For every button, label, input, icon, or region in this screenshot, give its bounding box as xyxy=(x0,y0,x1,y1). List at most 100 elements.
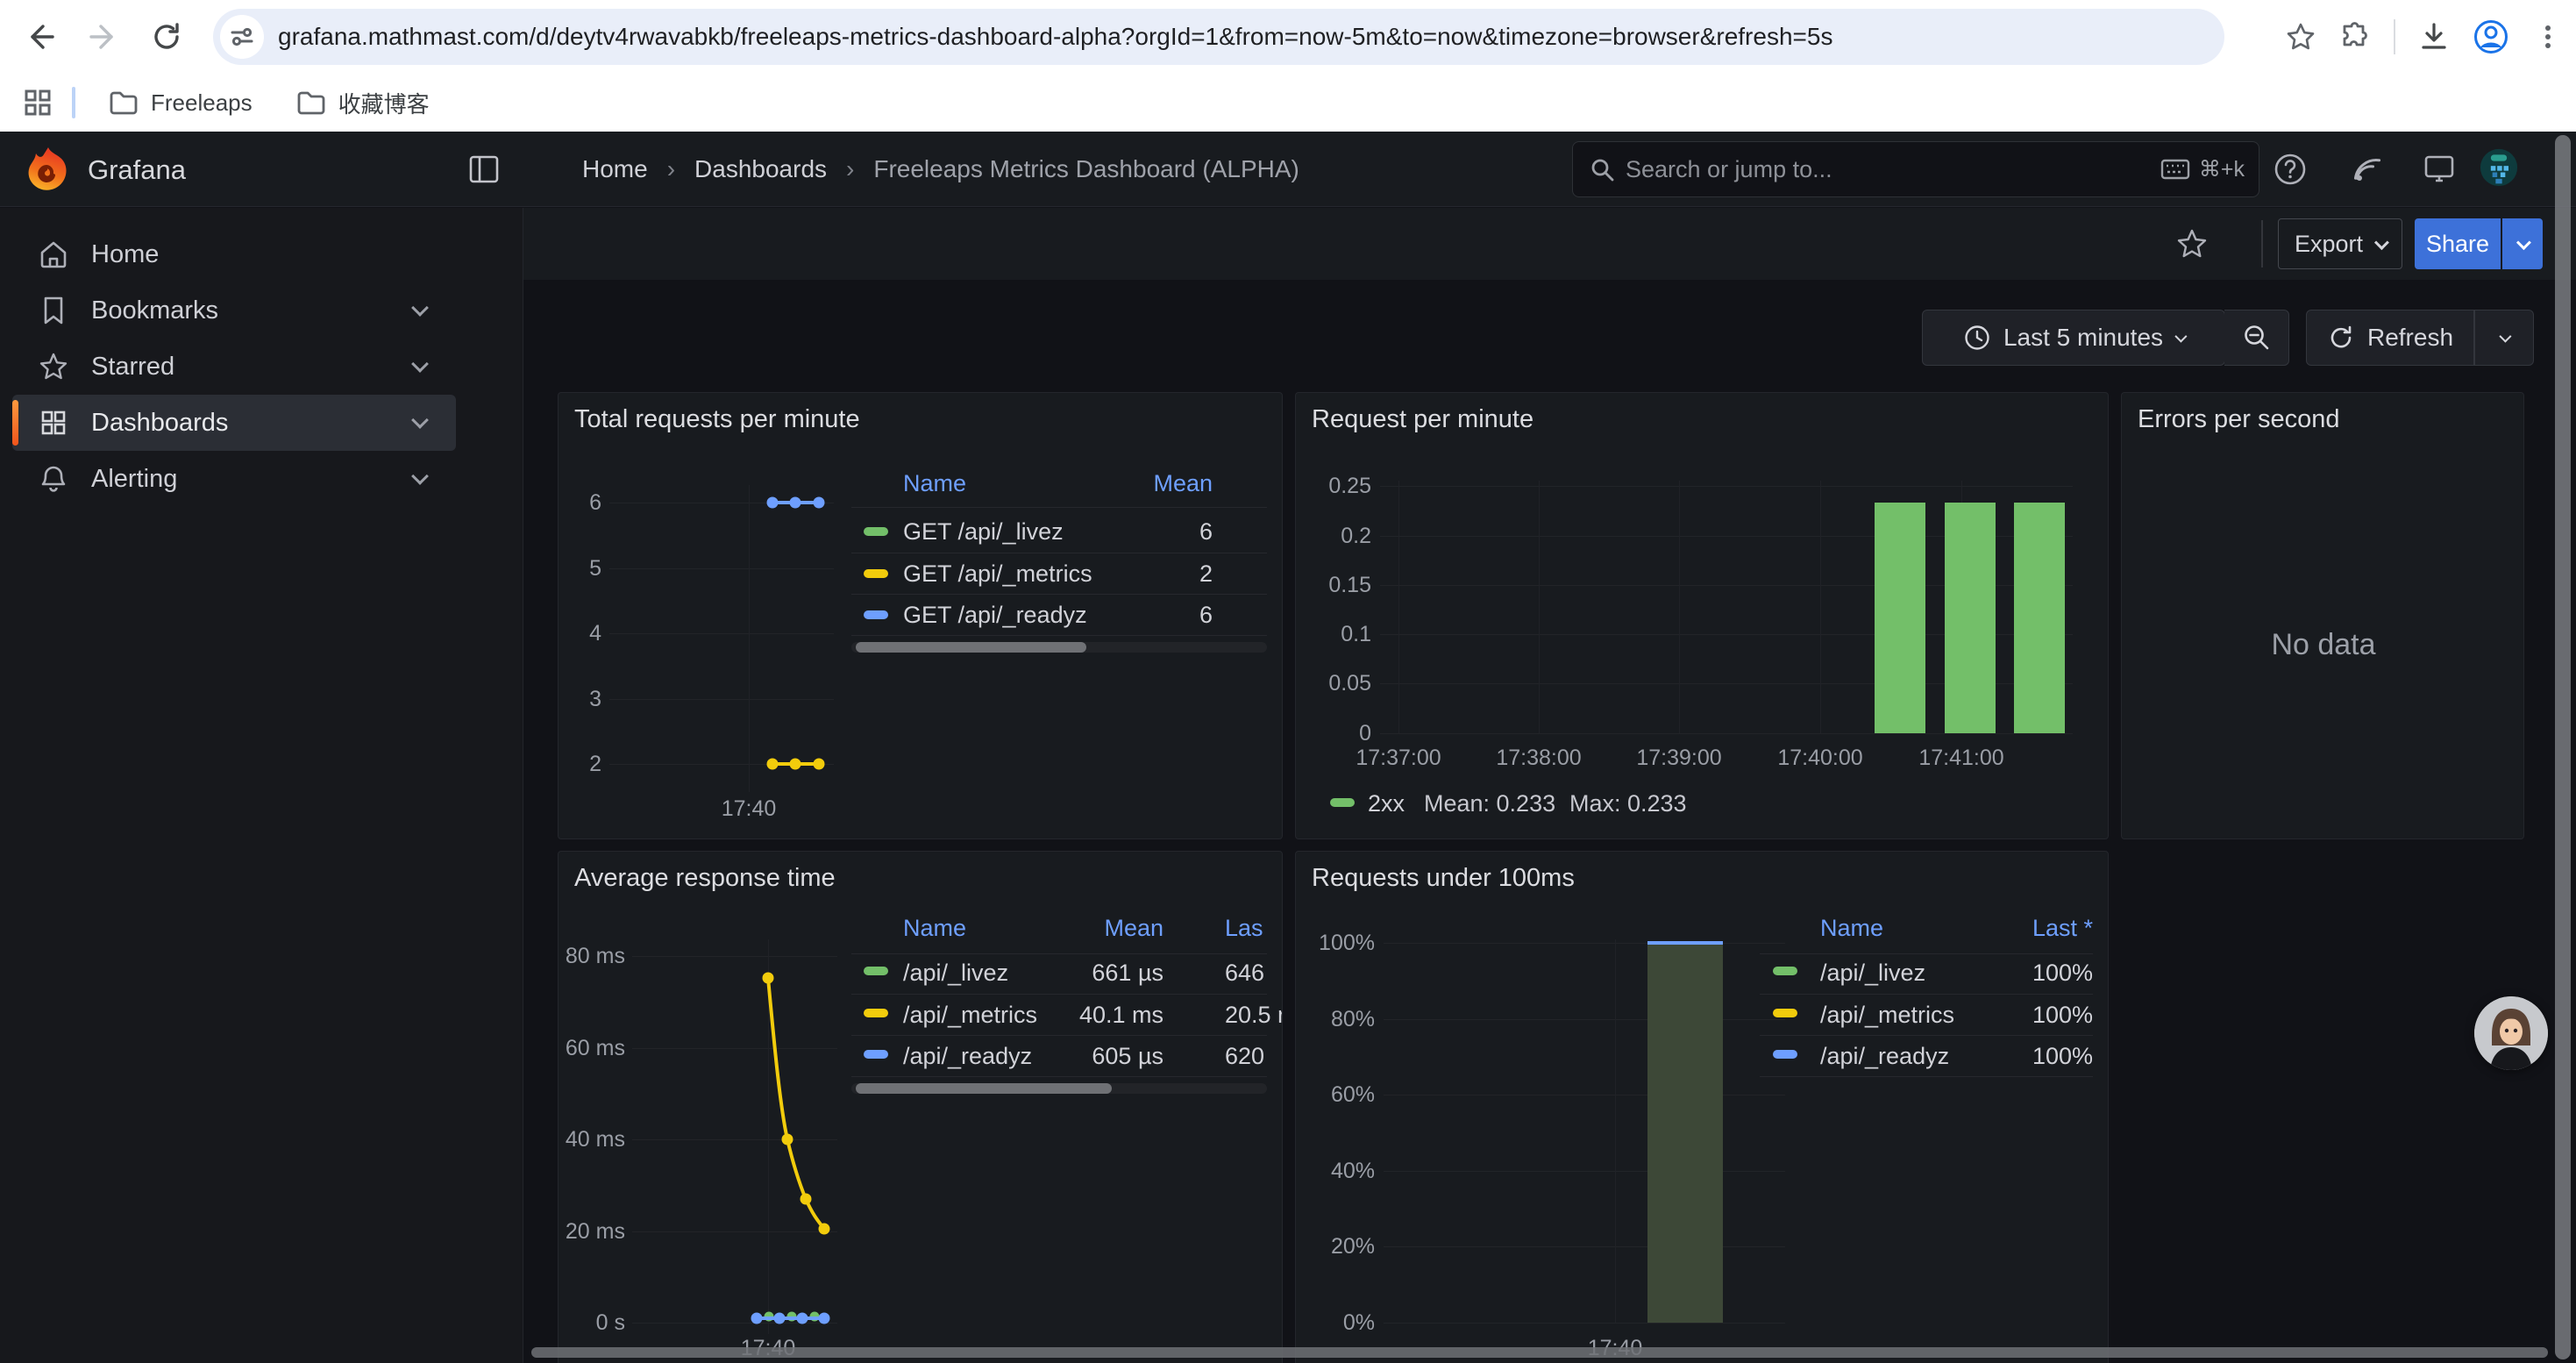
y-tick: 80 ms xyxy=(559,942,625,970)
bar-2xx[interactable] xyxy=(2014,503,2065,733)
panel-title[interactable]: Errors per second xyxy=(2138,405,2340,434)
dashboard-canvas: Last 5 minutes Refresh Total requests pe… xyxy=(523,280,2576,1363)
sidebar-item-dashboards[interactable]: Dashboards xyxy=(12,395,456,451)
forward-icon[interactable] xyxy=(75,9,132,65)
sidebar-item-label: Alerting xyxy=(91,465,177,494)
bookmark-folder-blogs[interactable]: 收藏博客 xyxy=(282,80,444,126)
series-color-pill[interactable] xyxy=(864,527,888,536)
sidebar-item-label: Bookmarks xyxy=(91,296,218,325)
share-dropdown-button[interactable] xyxy=(2502,218,2543,269)
chevron-down-icon xyxy=(2174,331,2187,343)
bar-2xx[interactable] xyxy=(1945,503,1996,733)
series-color-pill[interactable] xyxy=(1773,1050,1797,1059)
assistant-avatar[interactable] xyxy=(2474,996,2548,1070)
news-rss-icon[interactable] xyxy=(2348,150,2387,189)
legend-series-name[interactable]: /api/_livez xyxy=(903,957,1008,988)
y-tick: 60% xyxy=(1296,1081,1375,1109)
chevron-down-icon[interactable] xyxy=(411,355,429,373)
downloads-icon[interactable] xyxy=(2418,21,2450,53)
chevron-down-icon xyxy=(2516,235,2531,250)
site-settings-icon[interactable] xyxy=(220,15,264,59)
no-data-message: No data xyxy=(2122,628,2524,662)
series-color-pill[interactable] xyxy=(864,1050,888,1059)
y-tick: 80% xyxy=(1296,1005,1375,1033)
panel-title[interactable]: Requests under 100ms xyxy=(1312,864,1575,893)
series-color-pill[interactable] xyxy=(1773,967,1797,975)
monitor-icon[interactable] xyxy=(2420,150,2459,189)
home-icon xyxy=(39,239,68,269)
user-avatar[interactable] xyxy=(2480,148,2518,187)
panel-request-per-minute: Request per minute 0.25 0.2 0.15 0.1 0.0… xyxy=(1295,392,2109,839)
refresh-interval-dropdown[interactable] xyxy=(2474,310,2534,366)
back-icon[interactable] xyxy=(12,9,68,65)
sidebar-item-label: Dashboards xyxy=(91,409,228,438)
zoom-out-button[interactable] xyxy=(2224,310,2289,366)
share-button[interactable]: Share xyxy=(2415,218,2501,269)
horizontal-scrollbar[interactable] xyxy=(531,1347,2548,1358)
dashboard-actions-bar: Export Share xyxy=(523,208,2576,280)
chevron-down-icon[interactable] xyxy=(411,467,429,485)
legend-scrollbar-thumb[interactable] xyxy=(856,1083,1112,1094)
panel-title[interactable]: Total requests per minute xyxy=(574,405,860,434)
legend-series-name[interactable]: GET /api/_livez xyxy=(903,516,1064,547)
legend-series-name[interactable]: /api/_livez xyxy=(1820,957,1925,988)
sidebar-item-bookmarks[interactable]: Bookmarks xyxy=(12,282,456,339)
legend-value: 2 xyxy=(1050,558,1213,589)
legend-col-name: Name xyxy=(903,915,966,941)
y-tick: 20% xyxy=(1296,1232,1375,1260)
clock-icon xyxy=(1963,324,1991,352)
y-tick: 0.15 xyxy=(1296,571,1371,599)
y-tick: 0% xyxy=(1296,1309,1375,1337)
legend-scrollbar-thumb[interactable] xyxy=(856,642,1086,653)
series-color-pill[interactable] xyxy=(864,610,888,619)
favorite-star-icon[interactable] xyxy=(2175,227,2209,260)
x-tick: 17:40 xyxy=(705,796,793,822)
export-button[interactable]: Export xyxy=(2278,218,2402,269)
help-icon[interactable] xyxy=(2271,150,2309,189)
series-color-pill[interactable] xyxy=(864,569,888,578)
brand-name[interactable]: Grafana xyxy=(88,154,186,186)
extensions-icon[interactable] xyxy=(2339,21,2371,53)
panel-title[interactable]: Average response time xyxy=(574,864,836,893)
chevron-down-icon[interactable] xyxy=(411,411,429,429)
sidebar-item-starred[interactable]: Starred xyxy=(12,339,456,395)
sidebar-toggle-icon[interactable] xyxy=(468,154,500,184)
legend-series-name[interactable]: 2xx xyxy=(1368,788,1405,819)
search-box[interactable]: ⌘+k xyxy=(1572,141,2259,197)
breadcrumb-dashboards[interactable]: Dashboards xyxy=(694,155,827,183)
grafana-header: Grafana Home › Dashboards › Freeleaps Me… xyxy=(0,132,2576,207)
series-color-pill[interactable] xyxy=(1773,1009,1797,1017)
bookmark-folder-label: Freeleaps xyxy=(151,89,253,117)
search-input[interactable] xyxy=(1626,156,2160,183)
time-range-picker[interactable]: Last 5 minutes xyxy=(1922,310,2225,366)
bar-2xx[interactable] xyxy=(1875,503,1925,733)
sidebar-item-home[interactable]: Home xyxy=(12,226,456,282)
bookmark-star-icon[interactable] xyxy=(2285,21,2316,53)
series-color-pill[interactable] xyxy=(1330,798,1355,807)
series-color-pill[interactable] xyxy=(864,967,888,975)
sidebar-item-alerting[interactable]: Alerting xyxy=(12,451,456,507)
legend-value: 620 xyxy=(1225,1040,1264,1072)
x-tick: 17:37:00 xyxy=(1337,746,1460,771)
profile-icon[interactable] xyxy=(2473,18,2509,55)
reload-icon[interactable] xyxy=(139,9,195,65)
x-tick: 17:38:00 xyxy=(1477,746,1600,771)
chevron-down-icon[interactable] xyxy=(411,299,429,317)
series-color-pill[interactable] xyxy=(864,1009,888,1017)
vertical-scrollbar[interactable] xyxy=(2555,135,2571,1359)
actions-divider xyxy=(2261,220,2263,268)
zoom-out-icon xyxy=(2242,323,2272,353)
menu-kebab-icon[interactable] xyxy=(2532,21,2564,53)
url-bar[interactable]: grafana.mathmast.com/d/deytv4rwavabkb/fr… xyxy=(213,9,2224,65)
x-tick: 17:41:00 xyxy=(1900,746,2023,771)
apps-grid-icon[interactable] xyxy=(23,88,53,118)
legend-value: 100% xyxy=(1918,1040,2093,1072)
panel-avg-response-time: Average response time 80 ms 60 ms 40 ms … xyxy=(558,851,1283,1363)
y-tick: 3 xyxy=(559,685,601,713)
area-fill[interactable] xyxy=(1647,945,1723,1323)
breadcrumb-home[interactable]: Home xyxy=(582,155,648,183)
refresh-button[interactable]: Refresh xyxy=(2306,310,2474,366)
grafana-logo[interactable] xyxy=(26,146,70,192)
bookmark-folder-freeleaps[interactable]: Freeleaps xyxy=(95,82,267,124)
panel-title[interactable]: Request per minute xyxy=(1312,405,1534,434)
